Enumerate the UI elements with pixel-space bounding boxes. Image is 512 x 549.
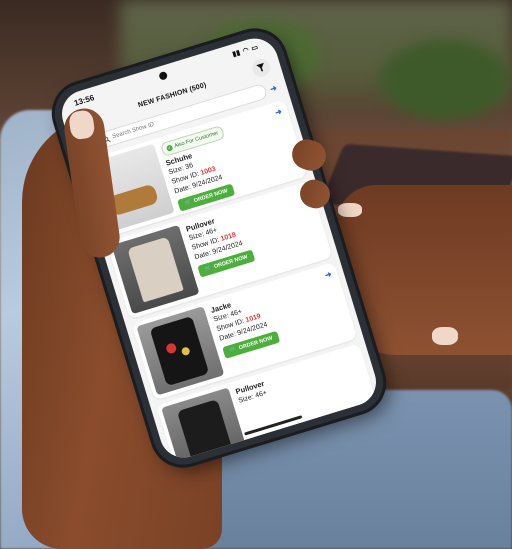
cart-icon: 🛒: [228, 346, 238, 355]
order-now-label: ORDER NOW: [213, 254, 249, 271]
product-image: [136, 306, 225, 396]
battery-icon: ▭: [250, 43, 260, 53]
jacket-shape: [149, 315, 210, 387]
background-plant: [380, 40, 510, 120]
signal-icon: ▮▮: [231, 49, 242, 59]
wifi-icon: ◠: [241, 46, 250, 56]
front-camera: [158, 70, 169, 81]
cart-icon: 🛒: [183, 199, 193, 207]
fingernail: [67, 109, 96, 141]
fingernail: [432, 327, 458, 345]
cart-icon: 🛒: [203, 265, 213, 273]
arrow-right-icon[interactable]: ➜: [269, 83, 278, 94]
pullover-shape: [127, 236, 184, 303]
product-image: [111, 224, 200, 315]
order-now-label: ORDER NOW: [193, 188, 229, 205]
filter-icon: [256, 62, 264, 72]
check-icon: ✓: [165, 144, 174, 152]
status-icons: ▮▮ ◠ ▭: [231, 43, 259, 58]
fingernail: [338, 203, 362, 217]
order-now-label: ORDER NOW: [238, 335, 274, 352]
status-time: 13:56: [72, 92, 96, 108]
